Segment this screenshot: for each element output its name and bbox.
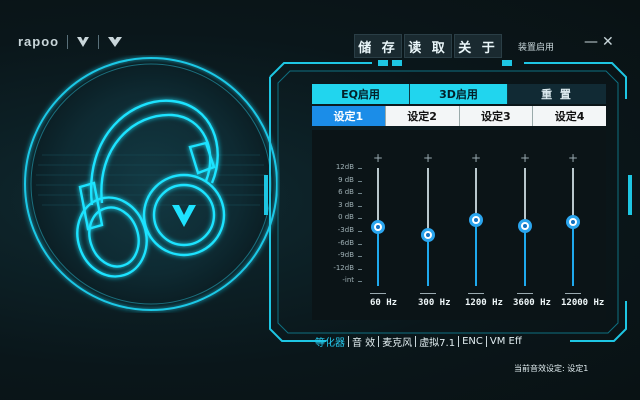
eq-slider[interactable]: +: [418, 152, 438, 302]
headset-illustration: [24, 57, 278, 311]
decrease-icon[interactable]: [468, 293, 484, 294]
increase-icon[interactable]: +: [418, 152, 438, 164]
nav-microphone[interactable]: 麦克风: [379, 334, 415, 349]
eq-slider[interactable]: +: [466, 152, 486, 302]
nav-vm-eff[interactable]: VM Eff: [487, 336, 525, 347]
db-scale-tick: [358, 231, 362, 232]
db-scale-label: -int: [342, 276, 354, 285]
nav-virtual-7-1[interactable]: 虚拟7.1: [416, 334, 458, 349]
close-icon[interactable]: ✕: [602, 35, 614, 49]
db-scale-tick: [358, 268, 362, 270]
db-scale-tick: [358, 180, 362, 182]
tab-eq-enable[interactable]: EQ启用: [312, 84, 410, 104]
v-logo-icon: [77, 36, 90, 47]
db-scale-tick: [358, 281, 362, 283]
tab-3d-enable[interactable]: 3D启用: [410, 84, 508, 104]
eq-slider[interactable]: +: [563, 152, 583, 302]
increase-icon[interactable]: +: [515, 152, 535, 164]
slider-knob[interactable]: [566, 215, 580, 230]
mode-tabs: EQ启用 3D启用 重 置: [312, 84, 606, 104]
slider-fill: [377, 227, 379, 286]
increase-icon[interactable]: +: [466, 152, 486, 164]
slider-fill: [427, 235, 429, 286]
minimize-icon[interactable]: —: [584, 35, 598, 49]
bottom-nav: 等化器 音 效 麦克风 虚拟7.1 ENC VM Eff: [312, 334, 525, 349]
app-window: rapoo 储 存 读 取 关 于 装置启用 — ✕ EQ启用 3D启用 重 置…: [0, 0, 640, 400]
eq-slider[interactable]: +: [515, 152, 535, 302]
nav-sound-effects[interactable]: 音 效: [349, 334, 378, 349]
eq-slider[interactable]: +: [368, 152, 388, 302]
db-scale-label: 0 dB: [338, 213, 354, 222]
frequency-label: 60 Hz: [370, 298, 398, 308]
db-scale-tick: [358, 205, 362, 207]
decrease-icon[interactable]: [420, 293, 436, 294]
db-scale-label: -12dB: [333, 263, 354, 272]
brand-separator: [98, 34, 100, 49]
slider-fill: [475, 219, 477, 286]
frequency-label: 3600 Hz: [513, 298, 551, 308]
db-scale-tick: [358, 168, 362, 169]
slider-fill: [572, 222, 574, 286]
slider-knob[interactable]: [518, 218, 532, 233]
tab-preset-3[interactable]: 设定3: [459, 106, 534, 126]
slider-knob[interactable]: [421, 228, 435, 243]
preset-tabs: 设定1 设定2 设定3 设定4: [312, 106, 606, 126]
slider-fill: [524, 225, 526, 286]
tab-preset-2[interactable]: 设定2: [385, 106, 460, 126]
db-scale-label: 6 dB: [338, 188, 354, 197]
decrease-icon[interactable]: [370, 293, 386, 294]
frequency-label: 300 Hz: [418, 298, 451, 308]
decrease-icon[interactable]: [565, 293, 581, 294]
db-scale-label: -3dB: [337, 226, 354, 234]
tab-preset-4[interactable]: 设定4: [533, 106, 606, 126]
v-logo-icon: [108, 36, 123, 47]
slider-knob[interactable]: [469, 212, 483, 227]
decrease-icon[interactable]: [517, 293, 533, 294]
db-scale-label: 3 dB: [338, 200, 354, 209]
frequency-label: 12000 Hz: [561, 298, 605, 308]
nav-enc[interactable]: ENC: [459, 336, 486, 347]
brand-logo: rapoo: [18, 34, 60, 49]
db-scale-label: 12dB: [335, 163, 354, 171]
db-scale-tick: [358, 256, 362, 258]
brand: rapoo: [18, 34, 123, 49]
db-scale-label: -6dB: [337, 238, 354, 247]
db-scale-tick: [358, 193, 362, 195]
increase-icon[interactable]: +: [368, 152, 388, 164]
increase-icon[interactable]: +: [563, 152, 583, 164]
db-scale-label: -9dB: [337, 251, 354, 260]
nav-equalizer[interactable]: 等化器: [312, 334, 348, 349]
device-enable-label[interactable]: 装置启用: [518, 40, 554, 53]
frequency-label: 1200 Hz: [465, 298, 503, 308]
brand-separator: [67, 34, 69, 49]
db-scale-tick: [358, 243, 362, 245]
db-scale-label: 9 dB: [338, 175, 354, 184]
db-scale-tick: [358, 218, 362, 220]
equalizer-panel: [312, 130, 606, 320]
current-setting-status: 当前音效设定: 设定1: [514, 364, 589, 373]
tab-preset-1[interactable]: 设定1: [312, 106, 386, 126]
slider-knob[interactable]: [371, 220, 385, 234]
reset-button[interactable]: 重 置: [508, 84, 606, 104]
